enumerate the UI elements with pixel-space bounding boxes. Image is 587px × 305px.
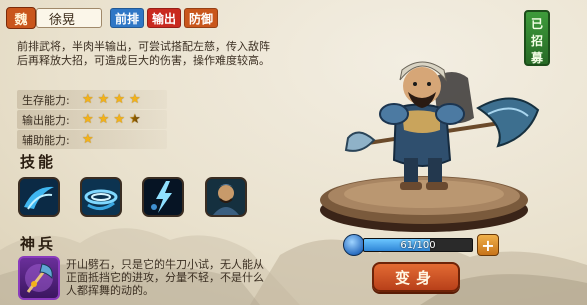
stat-row-survival: 生存能力: ★ ★ ★ ★ bbox=[17, 90, 167, 109]
star-icon: ★ bbox=[82, 92, 94, 107]
role-tag-front: 前排 bbox=[110, 8, 145, 28]
weapon-section-title: 神兵 bbox=[20, 235, 57, 253]
stat-row-output: 输出能力: ★ ★ ★ ★ bbox=[17, 110, 167, 129]
transform-button[interactable]: 变身 bbox=[372, 262, 460, 292]
warrior-portrait-icon bbox=[207, 179, 245, 215]
star-rating: ★ ★ ★ ★ bbox=[82, 92, 145, 107]
add-exp-button[interactable]: + bbox=[477, 234, 499, 256]
half-star-icon: ★ bbox=[128, 112, 141, 127]
water-slash-icon bbox=[20, 179, 58, 215]
recruited-char-2: 招 bbox=[530, 34, 543, 48]
exp-bar-group: 61/100 + bbox=[343, 234, 499, 256]
stat-row-support: 辅助能力: ★ bbox=[17, 130, 167, 149]
stat-label: 辅助能力: bbox=[22, 133, 70, 147]
skill-slot-1[interactable] bbox=[18, 177, 60, 217]
star-icon: ★ bbox=[82, 132, 94, 147]
weapon-slot[interactable] bbox=[18, 256, 60, 300]
hero-description: 前排武将，半肉半输出，可尝试搭配左慈，传入敌阵后再释放大招，可造成巨大的伤害，操… bbox=[17, 40, 270, 67]
skill-slot-2[interactable] bbox=[80, 177, 122, 217]
stats-panel: 生存能力: ★ ★ ★ ★ 输出能力: ★ ★ ★ ★ 辅助能力: ★ bbox=[17, 90, 167, 150]
star-icon: ★ bbox=[128, 92, 141, 107]
star-icon: ★ bbox=[113, 112, 125, 127]
weapon-description: 开山劈石，只是它的牛刀小试，无人能从正面抵挡它的进攻，分量不轻，不是什么人都挥舞… bbox=[66, 258, 264, 297]
divine-axe-icon bbox=[25, 263, 53, 293]
exp-orb-icon bbox=[343, 234, 365, 256]
recruited-char-1: 已 bbox=[530, 17, 543, 31]
kingdom-badge: 魏 bbox=[6, 7, 36, 29]
hero-name: 徐晃 bbox=[36, 8, 102, 28]
stat-label: 输出能力: bbox=[22, 113, 70, 127]
star-icon: ★ bbox=[82, 112, 94, 127]
star-icon: ★ bbox=[97, 112, 110, 127]
hero-portrait bbox=[344, 61, 540, 190]
skill-slot-3[interactable] bbox=[142, 177, 184, 217]
skills-section-title: 技能 bbox=[20, 153, 57, 171]
exp-text: 61/100 bbox=[400, 239, 436, 251]
star-rating: ★ bbox=[82, 132, 98, 147]
star-rating: ★ ★ ★ ★ bbox=[82, 112, 145, 127]
star-icon: ★ bbox=[113, 92, 125, 107]
lightning-strike-icon bbox=[144, 179, 182, 215]
role-tag-output: 输出 bbox=[147, 8, 182, 28]
skill-slot-4[interactable] bbox=[205, 177, 247, 217]
whirlwind-icon bbox=[82, 179, 120, 215]
role-tag-defense: 防御 bbox=[184, 8, 219, 28]
stat-label: 生存能力: bbox=[22, 93, 70, 107]
star-icon: ★ bbox=[97, 92, 110, 107]
